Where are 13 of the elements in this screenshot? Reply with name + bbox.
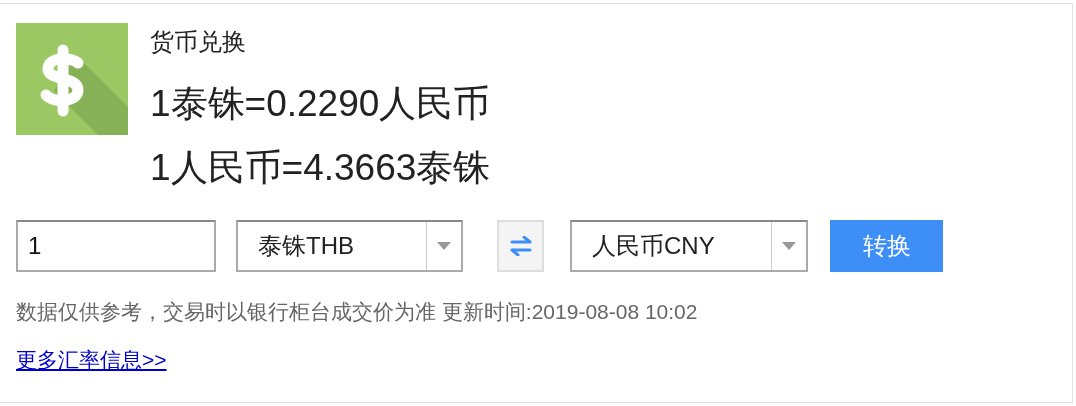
swap-button[interactable] — [497, 220, 544, 272]
exchange-rate: 1人民币=4.3663泰铢 — [150, 146, 491, 190]
to-currency-dropdown[interactable]: 人民币CNY — [570, 220, 808, 272]
exchange-rate: 1泰铢=0.2290人民币 — [150, 82, 491, 126]
caret-icon — [782, 242, 796, 250]
amount-field[interactable]: 1 — [16, 220, 216, 272]
more-rates-link[interactable]: 更多汇率信息>> — [16, 346, 167, 374]
disclaimer-text: 数据仅供参考，交易时以银行柜台成交价为准 更新时间:2019-08-08 10:02 — [16, 299, 699, 325]
widget-title: 货币兑换 — [150, 27, 247, 57]
from-currency-dropdown[interactable]: 泰铢THB — [236, 220, 463, 272]
caret-icon — [437, 242, 451, 250]
dollar-logo-icon — [16, 23, 128, 135]
swap-arrows-icon — [508, 236, 533, 256]
